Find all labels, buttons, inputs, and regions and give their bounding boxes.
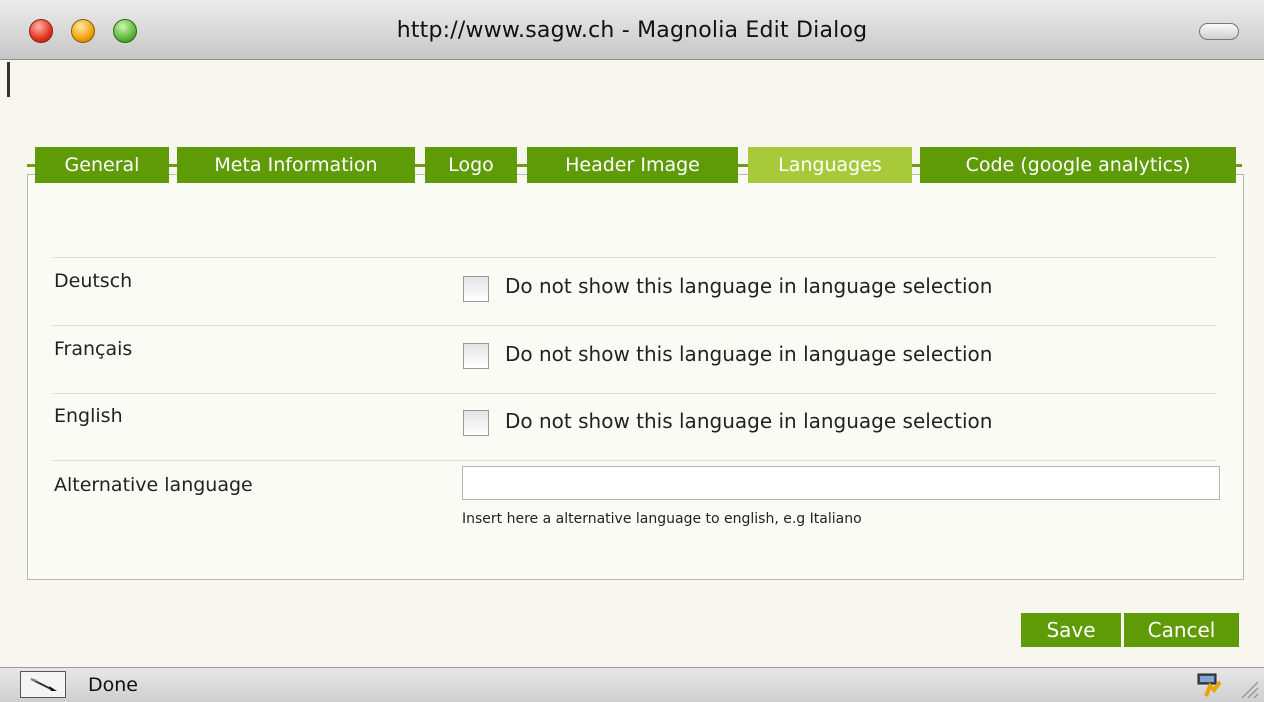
window-edge-divider bbox=[7, 62, 10, 97]
tab-code-google-analytics[interactable]: Code (google analytics) bbox=[920, 147, 1236, 183]
tab-logo[interactable]: Logo bbox=[425, 147, 517, 183]
tab-header-image[interactable]: Header Image bbox=[527, 147, 738, 183]
hide-francais-checkbox-label: Do not show this language in language se… bbox=[505, 342, 993, 366]
status-bar bbox=[0, 667, 1264, 702]
language-label-english: English bbox=[54, 405, 123, 427]
tab-meta-information[interactable]: Meta Information bbox=[177, 147, 415, 183]
alternative-language-hint: Insert here a alternative language to en… bbox=[462, 511, 862, 527]
cancel-button[interactable]: Cancel bbox=[1124, 613, 1239, 647]
alternative-language-label: Alternative language bbox=[54, 474, 253, 496]
row-divider bbox=[52, 257, 1217, 258]
save-button[interactable]: Save bbox=[1021, 613, 1121, 647]
tab-general[interactable]: General bbox=[35, 147, 169, 183]
status-text: Done bbox=[88, 674, 138, 696]
toolbar-toggle-button[interactable] bbox=[1199, 23, 1239, 40]
language-label-deutsch: Deutsch bbox=[54, 270, 133, 292]
security-icon[interactable] bbox=[1196, 672, 1222, 698]
row-divider bbox=[52, 460, 1217, 461]
language-label-francais: Français bbox=[54, 338, 133, 360]
alternative-language-input[interactable] bbox=[462, 466, 1220, 500]
row-divider bbox=[52, 325, 1217, 326]
hide-deutsch-checkbox[interactable] bbox=[463, 276, 489, 302]
tab-languages[interactable]: Languages bbox=[748, 147, 912, 183]
row-divider bbox=[52, 393, 1217, 394]
resize-grip-icon[interactable] bbox=[1236, 676, 1260, 700]
hide-deutsch-checkbox-label: Do not show this language in language se… bbox=[505, 274, 993, 298]
pen-icon bbox=[20, 671, 66, 698]
hide-francais-checkbox[interactable] bbox=[463, 343, 489, 369]
window-title: http://www.sagw.ch - Magnolia Edit Dialo… bbox=[396, 18, 868, 43]
hide-english-checkbox-label: Do not show this language in language se… bbox=[505, 409, 993, 433]
hide-english-checkbox[interactable] bbox=[463, 410, 489, 436]
